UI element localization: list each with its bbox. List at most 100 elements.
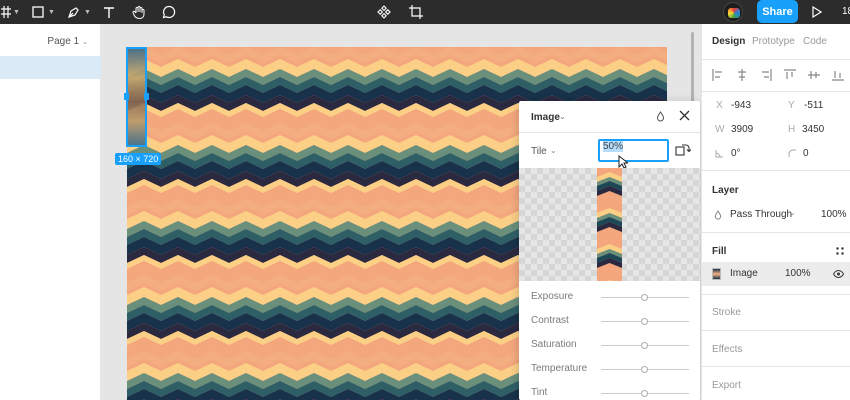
page-label: Page 1: [47, 36, 80, 47]
stroke-section: Stroke: [702, 294, 850, 330]
saturation-slider[interactable]: [601, 342, 689, 349]
corner-radius-icon: [788, 149, 797, 161]
properties-tabs: Design Prototype Code: [702, 24, 850, 60]
tile-scale-value: 50%: [603, 141, 624, 152]
stroke-section-title[interactable]: Stroke: [712, 307, 741, 318]
contrast-slider[interactable]: [601, 318, 689, 325]
pen-icon[interactable]: [66, 0, 80, 24]
alignment-toolbar: [702, 60, 850, 92]
exposure-slider-row: Exposure: [519, 286, 700, 310]
saturation-slider-row: Saturation: [519, 334, 700, 358]
y-field[interactable]: -511: [804, 100, 823, 111]
layer-section: Layer Pass Through ⌄ 100%: [702, 170, 850, 232]
shape-caret-icon[interactable]: ▼: [48, 9, 55, 16]
slider-knob[interactable]: [641, 390, 648, 397]
fill-type-label[interactable]: Image: [730, 268, 758, 279]
blend-mode-select[interactable]: Pass Through: [730, 209, 792, 220]
y-label: Y: [788, 100, 795, 111]
resize-handle-right[interactable]: [144, 93, 149, 100]
temperature-label: Temperature: [531, 363, 588, 374]
tint-slider[interactable]: [601, 390, 689, 397]
align-top-icon[interactable]: [784, 69, 796, 84]
component-icon[interactable]: [376, 0, 392, 24]
image-fill-popover: Image ⌄ Tile ⌄ 50% Exposure Contrast Sat…: [519, 101, 700, 400]
avatar[interactable]: [723, 2, 743, 22]
align-left-icon[interactable]: [712, 69, 724, 84]
tab-code[interactable]: Code: [803, 36, 827, 47]
popover-header: Image ⌄: [519, 101, 700, 133]
image-preview: [519, 168, 700, 281]
w-label: W: [715, 124, 725, 135]
close-icon[interactable]: [679, 110, 690, 124]
chevron-down-icon: ⌄: [82, 38, 88, 46]
x-field[interactable]: -943: [731, 100, 751, 111]
style-grid-icon[interactable]: [836, 246, 844, 258]
fill-row-image[interactable]: Image 100%: [702, 262, 850, 286]
top-toolbar: ▼ ▼ ▼ Share 18: [0, 0, 850, 24]
width-field[interactable]: 3909: [731, 124, 753, 135]
present-play-icon[interactable]: [812, 5, 823, 21]
hand-icon[interactable]: [131, 0, 147, 24]
rotate-icon[interactable]: [675, 143, 692, 160]
selection-size-badge: 160 × 720: [115, 153, 162, 165]
tint-label: Tint: [531, 387, 548, 398]
chevron-down-icon[interactable]: ⌄: [550, 146, 557, 155]
comment-icon[interactable]: [161, 0, 177, 24]
tint-slider-row: Tint: [519, 382, 700, 400]
exposure-slider[interactable]: [601, 294, 689, 301]
page-selector[interactable]: Page 1 ⌄: [47, 36, 88, 47]
tab-design[interactable]: Design: [712, 36, 745, 47]
export-section: Export: [702, 366, 850, 400]
h-label: H: [788, 124, 796, 135]
contrast-slider-row: Contrast: [519, 310, 700, 334]
image-mode-label[interactable]: Tile: [531, 146, 547, 157]
corner-radius-field[interactable]: 0: [803, 148, 809, 159]
tab-prototype[interactable]: Prototype: [752, 36, 795, 47]
shape-icon[interactable]: [31, 0, 45, 24]
layers-panel: Page 1 ⌄: [0, 24, 101, 400]
slider-knob[interactable]: [641, 318, 648, 325]
layer-opacity-field[interactable]: 100%: [821, 209, 847, 220]
properties-panel: Design Prototype Code X -943 Y -511 W 39…: [701, 24, 850, 400]
tile-scale-input[interactable]: 50%: [598, 139, 669, 162]
frame-caret-icon[interactable]: ▼: [13, 9, 20, 16]
layer-section-title: Layer: [712, 185, 739, 196]
contrast-label: Contrast: [531, 315, 569, 326]
height-field[interactable]: 3450: [802, 124, 824, 135]
exposure-label: Exposure: [531, 291, 574, 302]
align-horizontal-center-icon[interactable]: [736, 69, 748, 84]
effects-section-title[interactable]: Effects: [712, 344, 742, 355]
slider-knob[interactable]: [641, 366, 648, 373]
fill-section-title: Fill: [712, 246, 727, 257]
resize-handle-left[interactable]: [124, 93, 129, 100]
temperature-slider[interactable]: [601, 366, 689, 373]
align-bottom-icon[interactable]: [832, 69, 844, 84]
layer-row-selected[interactable]: [0, 56, 101, 79]
align-vertical-center-icon[interactable]: [808, 69, 820, 84]
temperature-slider-row: Temperature: [519, 358, 700, 382]
zoom-level[interactable]: 18: [842, 6, 850, 17]
share-button[interactable]: Share: [757, 0, 798, 23]
popover-title[interactable]: Image: [531, 112, 560, 123]
align-right-icon[interactable]: [760, 69, 772, 84]
frame-icon[interactable]: [0, 0, 12, 24]
pen-caret-icon[interactable]: ▼: [84, 9, 91, 16]
chevron-down-icon[interactable]: ⌄: [789, 208, 796, 217]
export-section-title[interactable]: Export: [712, 380, 741, 391]
fill-image-swatch[interactable]: [712, 268, 721, 280]
saturation-label: Saturation: [531, 339, 577, 350]
x-label: X: [716, 100, 723, 111]
fill-opacity-field[interactable]: 100%: [785, 268, 811, 279]
text-icon[interactable]: [102, 0, 116, 24]
chevron-down-icon[interactable]: ⌄: [559, 112, 566, 121]
slider-knob[interactable]: [641, 294, 648, 301]
crop-icon[interactable]: [408, 0, 424, 24]
droplet-icon[interactable]: [656, 111, 665, 125]
rotation-field[interactable]: 0°: [731, 148, 741, 159]
effects-section: Effects: [702, 330, 850, 366]
rotation-icon: [715, 149, 724, 161]
slider-knob[interactable]: [641, 342, 648, 349]
preview-strip-image: [597, 168, 622, 281]
eye-icon[interactable]: [832, 269, 845, 281]
blend-droplet-icon: [714, 210, 722, 223]
